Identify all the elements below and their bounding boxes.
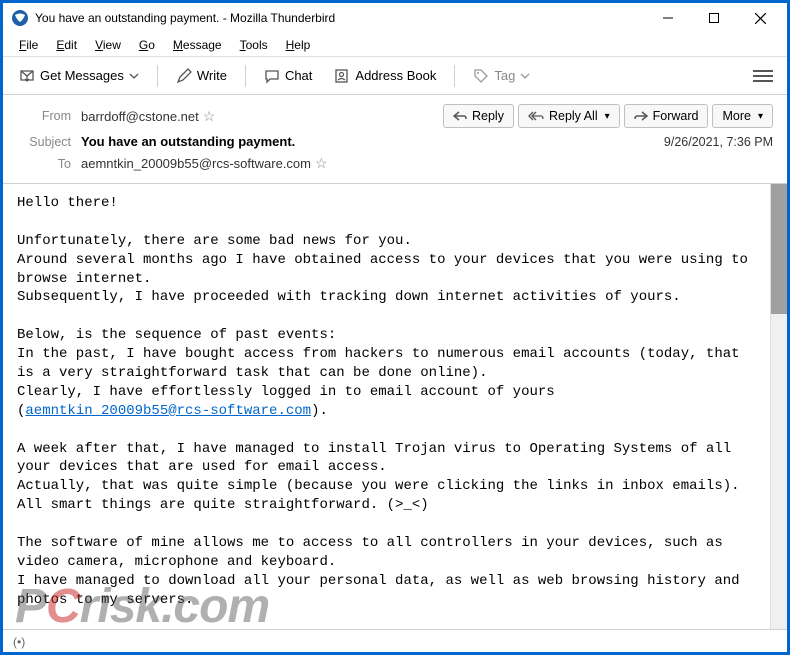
reply-all-label: Reply All: [549, 109, 598, 123]
toolbar-separator: [454, 65, 455, 87]
toolbar-separator: [245, 65, 246, 87]
reply-icon: [453, 110, 467, 122]
message-actions: Reply Reply All ▾ Forward More ▾: [443, 104, 773, 128]
from-value[interactable]: barrdoff@cstone.net: [81, 109, 199, 124]
write-label: Write: [197, 68, 227, 83]
write-button[interactable]: Write: [168, 64, 235, 88]
chevron-down-icon: [520, 68, 530, 84]
message-body-container: Hello there! Unfortunately, there are so…: [3, 184, 787, 629]
subject-value: You have an outstanding payment.: [81, 134, 295, 149]
menu-help[interactable]: Help: [278, 36, 319, 54]
address-book-icon: [334, 68, 350, 84]
body-p1: Unfortunately, there are some bad news f…: [17, 233, 756, 306]
menu-file[interactable]: File: [11, 36, 46, 54]
tag-label: Tag: [494, 68, 515, 83]
forward-icon: [634, 110, 648, 122]
status-indicator: (•): [13, 635, 25, 649]
from-label: From: [17, 109, 71, 123]
get-messages-label: Get Messages: [40, 68, 124, 83]
titlebar: You have an outstanding payment. - Mozil…: [3, 3, 787, 33]
message-body: Hello there! Unfortunately, there are so…: [3, 184, 770, 629]
chat-icon: [264, 68, 280, 84]
chevron-down-icon: ▾: [758, 111, 763, 122]
pencil-icon: [176, 68, 192, 84]
chevron-down-icon: [129, 68, 139, 84]
app-menu-button[interactable]: [753, 70, 773, 82]
reply-all-button[interactable]: Reply All ▾: [518, 104, 620, 128]
star-icon[interactable]: ☆: [203, 108, 216, 125]
menu-tools[interactable]: Tools: [232, 36, 276, 54]
body-p2b: ).: [311, 403, 328, 419]
email-link[interactable]: aemntkin_20009b55@rcs-software.com: [25, 403, 311, 419]
subject-label: Subject: [17, 135, 71, 149]
forward-button[interactable]: Forward: [624, 104, 709, 128]
menu-message[interactable]: Message: [165, 36, 230, 54]
scrollbar[interactable]: [770, 184, 787, 629]
menubar: File Edit View Go Message Tools Help: [3, 33, 787, 57]
thunderbird-icon: [11, 9, 29, 27]
toolbar: Get Messages Write Chat Address Book Tag: [3, 57, 787, 95]
menu-go[interactable]: Go: [131, 36, 163, 54]
body-greeting: Hello there!: [17, 195, 118, 211]
address-book-button[interactable]: Address Book: [326, 64, 444, 88]
maximize-button[interactable]: [691, 3, 737, 33]
window-title: You have an outstanding payment. - Mozil…: [35, 11, 645, 25]
body-p4: The software of mine allows me to access…: [17, 535, 748, 608]
chevron-down-icon: ▾: [605, 111, 610, 122]
reply-label: Reply: [472, 109, 504, 123]
star-icon[interactable]: ☆: [315, 155, 328, 172]
body-p3: A week after that, I have managed to ins…: [17, 441, 740, 514]
chat-label: Chat: [285, 68, 312, 83]
get-messages-button[interactable]: Get Messages: [11, 64, 147, 88]
toolbar-separator: [157, 65, 158, 87]
address-book-label: Address Book: [355, 68, 436, 83]
close-button[interactable]: [737, 3, 783, 33]
statusbar: (•): [3, 629, 787, 653]
minimize-button[interactable]: [645, 3, 691, 33]
reply-all-icon: [528, 110, 544, 122]
tag-button[interactable]: Tag: [465, 64, 538, 88]
reply-button[interactable]: Reply: [443, 104, 514, 128]
menu-view[interactable]: View: [87, 36, 129, 54]
message-date: 9/26/2021, 7:36 PM: [664, 135, 773, 149]
forward-label: Forward: [653, 109, 699, 123]
to-value[interactable]: aemntkin_20009b55@rcs-software.com: [81, 156, 311, 171]
download-icon: [19, 68, 35, 84]
message-header: From barrdoff@cstone.net ☆ Reply Reply A…: [3, 95, 787, 184]
menu-edit[interactable]: Edit: [48, 36, 85, 54]
more-label: More: [722, 109, 750, 123]
chat-button[interactable]: Chat: [256, 64, 320, 88]
more-button[interactable]: More ▾: [712, 104, 773, 128]
to-label: To: [17, 157, 71, 171]
scroll-thumb[interactable]: [771, 184, 787, 314]
window-controls: [645, 3, 783, 33]
tag-icon: [473, 68, 489, 84]
